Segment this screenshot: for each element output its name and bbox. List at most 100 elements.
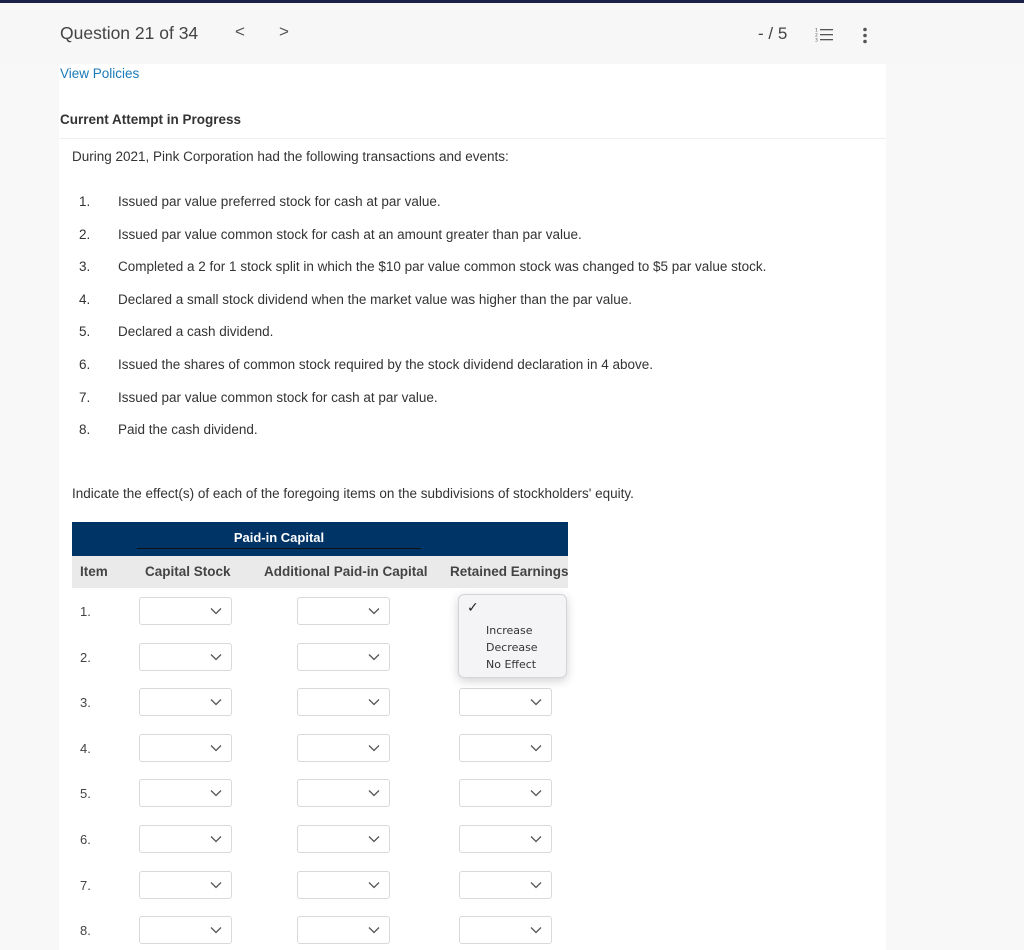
list-item-text: Issued par value common stock for cash a… [118, 389, 438, 405]
chevron-down-icon [368, 836, 380, 843]
chevron-down-icon [530, 927, 542, 934]
dropdown-option-decrease[interactable]: Decrease [486, 641, 564, 657]
chevron-down-icon [530, 699, 542, 706]
numbered-list-icon[interactable]: 1 2 3 [815, 27, 833, 43]
chevron-down-icon [530, 836, 542, 843]
chevron-down-icon [530, 744, 542, 752]
column-header-retained-earnings: Retained Earnings [450, 564, 569, 579]
capital-stock-select[interactable] [139, 733, 232, 762]
chevron-down-icon [368, 881, 380, 889]
list-item: 3. Completed a 2 for 1 stock split in wh… [79, 259, 839, 279]
list-item: 1. Issued par value preferred stock for … [79, 194, 839, 214]
apic-select[interactable] [297, 688, 390, 717]
list-item: 5. Declared a cash dividend. [79, 324, 839, 344]
question-intro: During 2021, Pink Corporation had the fo… [72, 149, 509, 164]
chevron-down-icon [210, 744, 222, 752]
apic-select[interactable] [297, 642, 390, 671]
section-divider [59, 138, 886, 139]
capital-stock-select[interactable] [139, 642, 232, 671]
retained-earnings-dropdown-menu: ✓ Increase Decrease No Effect [458, 594, 567, 678]
list-item-number: 6. [79, 357, 91, 372]
row-item-number: 6. [80, 832, 91, 847]
chevron-down-icon [210, 653, 222, 661]
apic-select[interactable] [297, 916, 390, 945]
list-item: 7. Issued par value common stock for cas… [79, 390, 839, 410]
chevron-left-icon[interactable]: < [230, 22, 250, 46]
view-policies-link[interactable]: View Policies [60, 66, 139, 81]
chevron-down-icon [210, 608, 222, 615]
list-item-text: Declared a cash dividend. [118, 324, 274, 340]
chevron-down-icon [368, 790, 380, 797]
column-header-item: Item [80, 564, 108, 579]
question-header: Question 21 of 34 < > - / 5 1 2 3 [0, 3, 1024, 64]
chevron-down-icon [210, 836, 222, 843]
apic-select[interactable] [297, 870, 390, 899]
list-item-number: 5. [79, 324, 91, 340]
column-header-apic: Additional Paid-in Capital [264, 564, 428, 579]
apic-select[interactable] [297, 779, 390, 808]
chevron-down-icon [368, 653, 380, 661]
dropdown-option-increase[interactable]: Increase [486, 624, 564, 640]
list-item-number: 3. [79, 259, 91, 275]
list-item: 4. Declared a small stock dividend when … [79, 292, 839, 312]
group-header-underline [137, 548, 421, 549]
chevron-down-icon [530, 790, 542, 797]
capital-stock-select[interactable] [139, 870, 232, 899]
apic-select[interactable] [297, 825, 390, 853]
chevron-right-icon[interactable]: > [274, 22, 294, 46]
chevron-down-icon [530, 881, 542, 889]
retained-earnings-select[interactable] [459, 688, 552, 717]
row-item-number: 4. [80, 740, 91, 756]
row-item-number: 5. [80, 786, 91, 802]
chevron-down-icon [210, 790, 222, 797]
retained-earnings-select[interactable] [459, 825, 552, 853]
row-item-number: 2. [80, 649, 91, 665]
dropdown-option-no-effect[interactable]: No Effect [486, 658, 564, 674]
apic-select[interactable] [297, 597, 390, 625]
list-item-number: 8. [79, 422, 91, 438]
question-counter: Question 21 of 34 [60, 23, 199, 43]
table-row: 6. [72, 825, 568, 855]
row-item-number: 7. [80, 877, 91, 893]
score-display: - / 5 [758, 24, 788, 43]
table-row: 7. [72, 870, 568, 901]
capital-stock-select[interactable] [139, 779, 232, 808]
capital-stock-select[interactable] [139, 825, 232, 853]
table-row: 4. [72, 733, 568, 764]
question-instruction: Indicate the effect(s) of each of the fo… [72, 486, 634, 501]
list-item: 8. Paid the cash dividend. [79, 422, 839, 442]
list-item-text: Issued par value preferred stock for cas… [118, 194, 441, 209]
retained-earnings-select[interactable] [459, 779, 552, 808]
chevron-down-icon [368, 927, 380, 934]
chevron-down-icon [368, 744, 380, 752]
chevron-down-icon [368, 699, 380, 706]
paid-in-capital-header: Paid-in Capital [233, 530, 325, 545]
capital-stock-select[interactable] [139, 916, 232, 945]
apic-select[interactable] [297, 733, 390, 762]
row-item-number: 8. [80, 923, 91, 939]
list-item-text: Issued the shares of common stock requir… [118, 357, 654, 372]
retained-earnings-select[interactable] [459, 733, 552, 762]
checkmark-icon: ✓ [467, 600, 479, 616]
retained-earnings-select[interactable] [459, 916, 552, 945]
dropdown-option-blank[interactable] [486, 600, 564, 616]
list-item: 6. Issued the shares of common stock req… [79, 357, 839, 377]
row-item-number: 1. [80, 604, 91, 619]
chevron-down-icon [210, 927, 222, 934]
list-item: 2. Issued par value common stock for cas… [79, 227, 839, 247]
list-item-text: Declared a small stock dividend when the… [118, 291, 633, 307]
list-item-text: Issued par value common stock for cash a… [118, 226, 582, 242]
table-group-header: Paid-in Capital [72, 522, 568, 556]
capital-stock-select[interactable] [139, 688, 232, 717]
chevron-down-icon [210, 881, 222, 889]
retained-earnings-select[interactable] [459, 870, 552, 899]
list-item-text: Completed a 2 for 1 stock split in which… [118, 259, 767, 275]
table-row: 3. [72, 688, 568, 718]
capital-stock-select[interactable] [139, 597, 232, 625]
svg-text:3: 3 [815, 38, 818, 44]
list-item-number: 1. [79, 194, 91, 209]
column-header-capital-stock: Capital Stock [145, 564, 231, 579]
list-item-text: Paid the cash dividend. [118, 422, 258, 438]
list-item-number: 4. [79, 291, 91, 307]
more-vertical-icon[interactable] [856, 27, 874, 45]
